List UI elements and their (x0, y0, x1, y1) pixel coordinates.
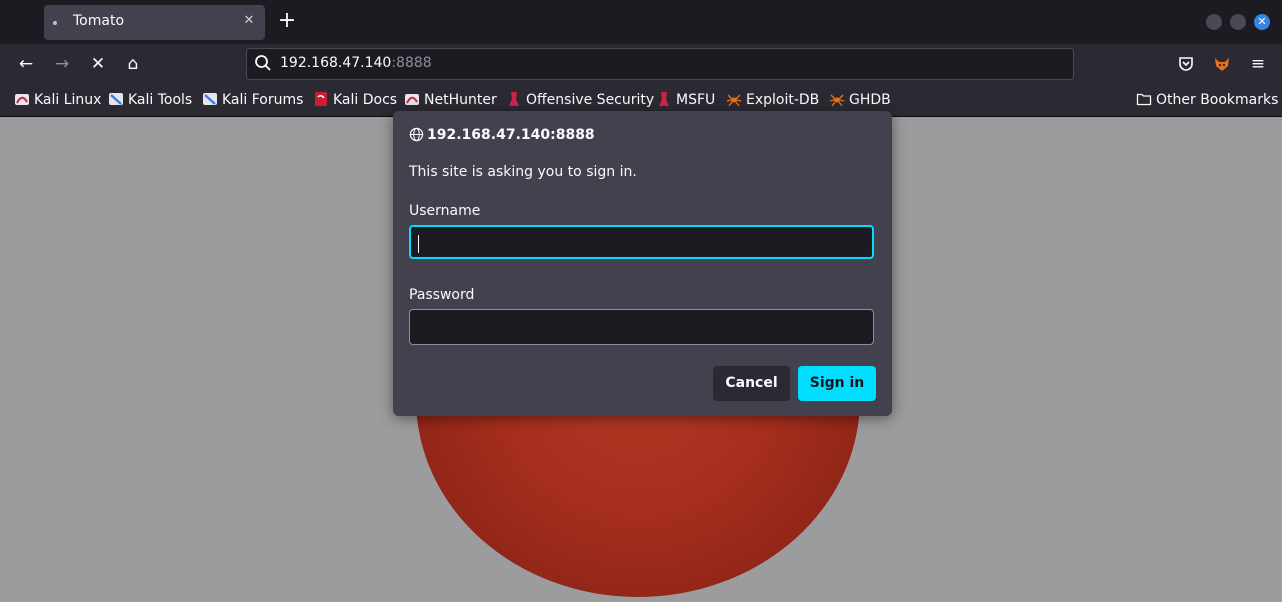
minimize-button[interactable] (1206, 14, 1222, 30)
extension-fox-icon[interactable] (1212, 54, 1232, 74)
tab-title: Tomato (73, 13, 125, 29)
bookmark-label: GHDB (849, 92, 891, 108)
bookmark-msfu[interactable]: MSFU (656, 91, 715, 109)
nethunter-icon (405, 94, 419, 105)
forward-icon[interactable]: → (50, 52, 74, 76)
pocket-icon[interactable] (1177, 55, 1195, 73)
bookmark-label: Kali Forums (222, 92, 304, 108)
bookmark-offensive-security[interactable]: Offensive Security (506, 91, 654, 109)
username-input[interactable] (409, 225, 874, 259)
bookmark-label: Kali Docs (333, 92, 398, 108)
ghdb-spider-icon (829, 94, 845, 107)
sign-in-button[interactable]: Sign in (798, 366, 876, 401)
exploitdb-spider-icon (726, 94, 742, 107)
username-label: Username (409, 203, 481, 219)
bookmark-kali-linux[interactable]: Kali Linux (14, 91, 101, 109)
address-host: 192.168.47.140 (280, 55, 392, 71)
window-close-button[interactable]: ✕ (1254, 14, 1270, 30)
tab-close-icon[interactable]: ✕ (240, 12, 258, 30)
bookmark-label: Kali Linux (34, 92, 102, 108)
bookmark-kali-forums[interactable]: Kali Forums (202, 91, 303, 109)
address-bar[interactable]: 192.168.47.140:8888 (246, 48, 1074, 80)
tab-strip: Tomato ✕ + ✕ (0, 0, 1282, 44)
stop-loading-icon[interactable]: ✕ (86, 52, 110, 76)
offsec-icon (509, 92, 519, 106)
bookmark-nethunter[interactable]: NetHunter (404, 91, 497, 109)
bookmark-label: MSFU (676, 92, 716, 108)
address-text: 192.168.47.140:8888 (280, 55, 432, 71)
bookmark-label: NetHunter (424, 92, 497, 108)
home-icon[interactable]: ⌂ (121, 52, 145, 76)
tab-tomato[interactable]: Tomato ✕ (44, 5, 265, 40)
globe-icon (409, 127, 424, 142)
bookmark-kali-tools[interactable]: Kali Tools (108, 91, 192, 109)
dialog-message: This site is asking you to sign in. (409, 164, 637, 180)
bookmark-label: Kali Tools (128, 92, 193, 108)
auth-dialog: 192.168.47.140:8888 This site is asking … (393, 111, 892, 416)
search-icon (255, 55, 271, 71)
navigation-toolbar: ← → ✕ ⌂ 192.168.47.140:8888 ≡ (0, 44, 1282, 84)
bookmark-ghdb[interactable]: GHDB (829, 91, 891, 109)
bookmark-label: Offensive Security (526, 92, 655, 108)
password-label: Password (409, 287, 475, 303)
bookmark-kali-docs[interactable]: Kali Docs (313, 91, 397, 109)
kali-forums-icon (203, 93, 217, 105)
new-tab-button[interactable]: + (277, 9, 297, 33)
other-bookmarks-folder[interactable]: Other Bookmarks (1136, 91, 1278, 109)
kali-dragon-icon (15, 94, 29, 105)
kali-docs-icon (315, 92, 327, 106)
bookmark-exploit-db[interactable]: Exploit-DB (726, 91, 819, 109)
text-caret (418, 235, 419, 253)
dialog-origin-text: 192.168.47.140:8888 (427, 127, 595, 143)
cancel-button[interactable]: Cancel (713, 366, 790, 401)
address-port: :8888 (391, 55, 432, 71)
other-bookmarks-label: Other Bookmarks (1156, 92, 1279, 108)
back-icon[interactable]: ← (14, 52, 38, 76)
folder-icon (1136, 93, 1152, 106)
kali-tools-icon (109, 93, 123, 105)
msfu-icon (659, 92, 669, 106)
tab-loading-icon (53, 12, 58, 25)
password-input[interactable] (409, 309, 874, 345)
bookmark-label: Exploit-DB (746, 92, 820, 108)
maximize-button[interactable] (1230, 14, 1246, 30)
menu-icon[interactable]: ≡ (1246, 52, 1270, 76)
dialog-origin: 192.168.47.140:8888 (409, 127, 595, 143)
